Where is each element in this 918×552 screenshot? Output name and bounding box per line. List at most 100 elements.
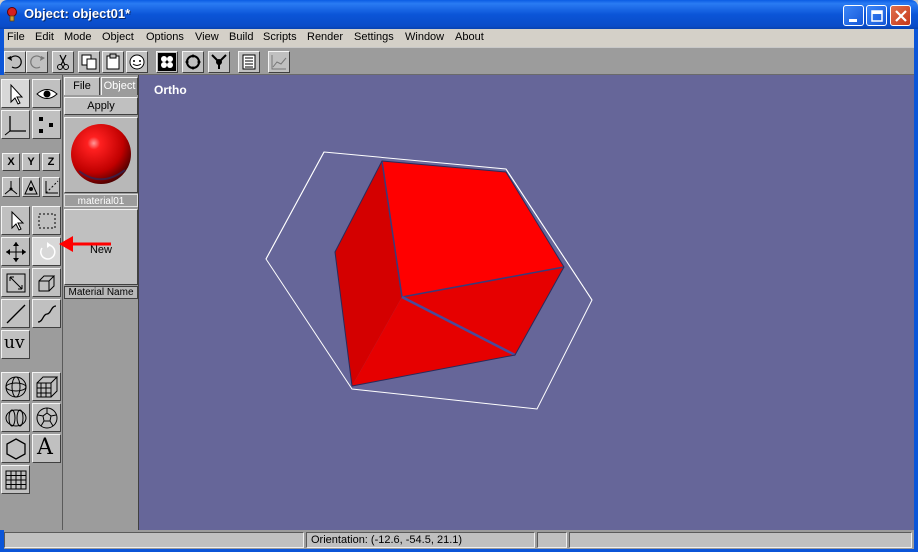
list-button[interactable]	[238, 51, 260, 73]
menu-mode[interactable]: Mode	[64, 31, 92, 43]
pivot-tool-2[interactable]	[22, 177, 40, 197]
redo-button[interactable]	[26, 51, 48, 73]
marquee-tool[interactable]	[32, 206, 61, 235]
apply-button[interactable]: Apply	[64, 97, 138, 115]
status-field-3	[537, 532, 567, 548]
menu-options[interactable]: Options	[146, 31, 184, 43]
eye-icon	[36, 89, 58, 99]
menu-object[interactable]: Object	[102, 31, 134, 43]
uv-tool[interactable]: uv	[1, 330, 30, 359]
menu-render[interactable]: Render	[307, 31, 343, 43]
3d-viewport[interactable]: Ortho	[139, 75, 914, 530]
grid-primitive-button[interactable]	[1, 465, 30, 494]
pivot-tool-1[interactable]	[2, 177, 20, 197]
text-tool-label: A	[37, 435, 53, 460]
pivot-icon	[4, 181, 18, 195]
menu-build[interactable]: Build	[229, 31, 253, 43]
points-icon	[158, 53, 176, 71]
material-sphere-preview	[71, 124, 131, 184]
points-tool[interactable]	[32, 110, 61, 139]
faces-mode-button[interactable]	[208, 51, 230, 73]
curve-tool[interactable]	[32, 299, 61, 328]
window-border-right	[914, 29, 918, 552]
move-tool[interactable]	[1, 237, 30, 266]
marquee-icon	[38, 213, 56, 229]
menu-settings[interactable]: Settings	[354, 31, 394, 43]
polyhedron-icon	[36, 407, 58, 429]
line-tool[interactable]	[1, 299, 30, 328]
red-cube	[334, 160, 565, 387]
menu-file[interactable]: File	[7, 31, 25, 43]
edges-icon	[185, 54, 201, 70]
maximize-icon	[871, 10, 883, 22]
polygon-primitive-button[interactable]	[1, 434, 30, 463]
axis-icon	[4, 116, 26, 136]
copy-button[interactable]	[78, 51, 100, 73]
material-name-label: Material Name	[64, 286, 138, 299]
menu-bar: File Edit Mode Object Options View Build…	[4, 29, 914, 47]
cylinder-icon	[5, 409, 27, 427]
toolbar	[4, 47, 914, 75]
hexagon-icon	[6, 438, 26, 460]
close-button[interactable]	[890, 5, 911, 26]
axis-z-button[interactable]: Z	[42, 153, 60, 171]
points-mode-button[interactable]	[156, 51, 178, 73]
scale-tool[interactable]	[1, 268, 30, 297]
material-panel: File Object Apply material01 New Materia…	[63, 75, 139, 530]
axis-y-button[interactable]: Y	[22, 153, 40, 171]
pick-tool[interactable]	[1, 206, 30, 235]
axis-tool[interactable]	[1, 110, 30, 139]
material-swatch[interactable]	[64, 117, 138, 193]
sphere-primitive-button[interactable]	[1, 372, 30, 401]
view-tool[interactable]	[32, 79, 61, 108]
undo-button[interactable]	[4, 51, 26, 73]
clear-button[interactable]	[126, 51, 148, 73]
graph-icon	[271, 55, 287, 70]
menu-edit[interactable]: Edit	[35, 31, 54, 43]
cube-primitive-button[interactable]	[32, 372, 61, 401]
undo-icon	[7, 55, 22, 69]
copy-icon	[81, 54, 97, 70]
soccerball-primitive-button[interactable]	[32, 403, 61, 432]
cut-button[interactable]	[52, 51, 74, 73]
rotate-icon	[40, 242, 56, 260]
select-tool[interactable]	[1, 79, 30, 108]
axis-x-button[interactable]: X	[2, 153, 20, 171]
line-icon	[6, 304, 26, 324]
paste-icon	[106, 53, 120, 70]
paste-button[interactable]	[102, 51, 124, 73]
status-field-4	[569, 532, 912, 548]
orientation-status: Orientation: (-12.6, -54.5, 21.1)	[306, 532, 535, 548]
uv-label: uv	[4, 333, 25, 353]
pointer-icon	[11, 210, 25, 231]
window-title: Object: object01*	[24, 6, 131, 21]
close-icon	[895, 10, 907, 22]
menu-window[interactable]: Window	[405, 31, 444, 43]
title-bar: Object: object01*	[0, 0, 918, 29]
cut-icon	[57, 54, 69, 70]
minimize-icon	[849, 19, 857, 22]
tab-object[interactable]: Object	[101, 77, 138, 95]
pivot-tool-3[interactable]	[42, 177, 60, 197]
cursor-arrow-icon	[10, 83, 24, 105]
status-bar: Orientation: (-12.6, -54.5, 21.1)	[4, 530, 914, 550]
menu-view[interactable]: View	[195, 31, 219, 43]
minimize-button[interactable]	[843, 5, 864, 26]
cylinder-primitive-button[interactable]	[1, 403, 30, 432]
graph-button[interactable]	[268, 51, 290, 73]
scene-canvas	[265, 151, 593, 410]
text-primitive-button[interactable]: A	[32, 434, 61, 463]
edges-mode-button[interactable]	[182, 51, 204, 73]
menu-about[interactable]: About	[455, 31, 484, 43]
tab-file[interactable]: File	[64, 77, 100, 95]
move-icon	[6, 242, 26, 262]
corner-icon	[45, 180, 59, 194]
menu-scripts[interactable]: Scripts	[263, 31, 297, 43]
dots-icon	[39, 117, 53, 133]
status-field-1	[4, 532, 304, 548]
maximize-button[interactable]	[866, 5, 887, 26]
grid-cube-icon	[36, 376, 59, 398]
extrude-tool[interactable]	[32, 268, 61, 297]
redo-icon	[30, 55, 45, 69]
sphere-icon	[5, 376, 27, 398]
